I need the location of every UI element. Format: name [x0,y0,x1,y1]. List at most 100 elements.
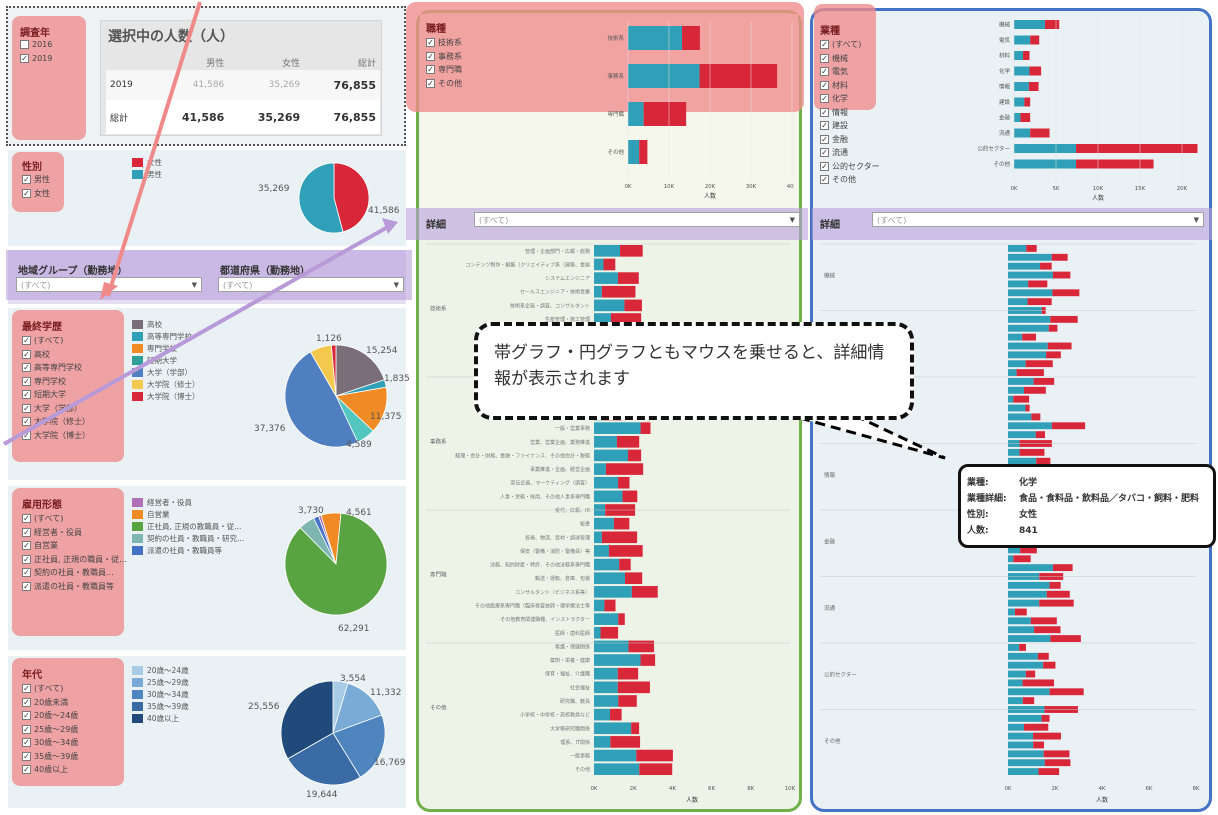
bar-female[interactable] [1040,262,1052,270]
bar-male[interactable] [594,245,621,257]
bar-male[interactable] [594,654,641,666]
bar-male[interactable] [594,435,617,448]
bar-male[interactable] [594,272,618,284]
filter-option[interactable]: ✓ 機械 [820,52,880,66]
filter-option[interactable]: ✓ 情報 [820,106,880,120]
bar-female[interactable] [620,245,643,257]
bar-male[interactable] [1008,448,1020,456]
filter-option[interactable]: ✓ (すべて) [22,512,127,526]
bar-female[interactable] [1028,82,1039,91]
bar-female[interactable] [1050,635,1081,642]
bar-male[interactable] [1008,626,1035,634]
bar-male[interactable] [1008,679,1023,687]
bar-female[interactable] [1051,422,1086,430]
bar-male[interactable] [1014,128,1031,138]
bar-female[interactable] [1025,360,1053,368]
bar-female[interactable] [1029,66,1042,76]
bar-male[interactable] [594,572,626,585]
filter-option[interactable]: ✓ その他 [426,77,462,91]
bar-male[interactable] [628,102,644,126]
bar-female[interactable] [622,490,638,503]
bar-female[interactable] [1023,51,1030,60]
bar-male[interactable] [1008,298,1028,306]
bar-female[interactable] [1046,590,1070,598]
filter-option[interactable]: ✓ 専門学校 [22,375,90,389]
bar-male[interactable] [594,640,629,653]
bar-female[interactable] [699,64,778,88]
bar-female[interactable] [640,422,651,434]
bar-male[interactable] [1008,652,1038,660]
bar-female[interactable] [1025,404,1030,412]
bar-male[interactable] [1014,82,1029,91]
bar-female[interactable] [1028,280,1048,288]
bar-female[interactable] [1076,144,1198,153]
filter-option[interactable]: ✓ 建設 [820,119,880,133]
bar-male[interactable] [1008,617,1031,625]
filter-option[interactable]: ✓ (すべて) [22,334,90,348]
bar-female[interactable] [682,26,700,50]
pref-dropdown[interactable]: (すべて) ▼ [218,277,404,292]
bar-female[interactable] [1043,750,1070,758]
bar-male[interactable] [594,299,625,312]
bar-female[interactable] [610,736,641,748]
bar-female[interactable] [639,763,673,775]
bar-male[interactable] [594,681,618,694]
bar-male[interactable] [1008,564,1053,572]
bar-male[interactable] [1008,590,1047,598]
bar-male[interactable] [594,763,640,775]
bar-male[interactable] [628,26,683,50]
bar-male[interactable] [1008,369,1017,376]
filter-option[interactable]: ✓ 電気 [820,65,880,79]
filter-option[interactable]: ✓ (すべて) [22,682,78,696]
filter-option[interactable]: ✓ 専門職 [426,63,462,77]
bar-male[interactable] [594,463,606,475]
bar-female[interactable] [1052,289,1080,297]
bar-male[interactable] [1008,333,1023,341]
bar-male[interactable] [1008,324,1049,332]
bar-male[interactable] [1008,386,1025,394]
filter-option[interactable]: ✓ 公的セクター [820,160,880,174]
bar-male[interactable] [628,64,700,88]
bar-male[interactable] [1008,404,1026,412]
bar-male[interactable] [1008,280,1029,288]
bar-male[interactable] [1014,97,1025,107]
filter-option[interactable]: ✓ その他 [820,173,880,187]
bar-male[interactable] [594,258,604,271]
bar-male[interactable] [1008,635,1051,642]
bar-female[interactable] [601,531,638,544]
bar-male[interactable] [1008,608,1015,616]
bar-female[interactable] [631,722,640,735]
bar-female[interactable] [618,613,625,625]
filter-option[interactable]: ✓ 短期大学 [22,388,90,402]
bar-male[interactable] [1008,422,1052,430]
bar-female[interactable] [1019,448,1045,456]
bar-female[interactable] [1044,759,1071,767]
bar-female[interactable] [636,749,673,762]
region-dropdown[interactable]: (すべて) ▼ [16,277,202,292]
bar-male[interactable] [1014,20,1046,29]
bar-male[interactable] [1008,688,1050,696]
gender-option-male[interactable]: ✓ 男性 [22,173,50,187]
ind-bar-chart[interactable]: 機械電気材料化学情報建設金融流通公的セクターその他 0K 5K 10K 15K 20K 人数 [960,14,1204,206]
bar-male[interactable] [594,517,614,530]
bar-female[interactable] [1020,113,1031,122]
filter-option[interactable]: ✓ (すべて) [820,38,880,52]
filter-option[interactable]: ✓ 経営者・役員 [22,526,127,540]
bar-male[interactable] [1014,113,1021,122]
bar-female[interactable] [600,626,619,639]
bar-female[interactable] [1022,333,1036,341]
filter-option[interactable]: ✓ 20歳〜24歳 [22,709,78,723]
bar-female[interactable] [1048,324,1058,332]
filter-option[interactable]: ✓ 流通 [820,146,880,160]
bar-male[interactable] [594,708,611,721]
survey-option-2016[interactable]: 2016 [20,38,52,52]
filter-option[interactable]: ✓ 30歳〜34歳 [22,736,78,750]
filter-option[interactable]: ✓ 35歳〜39歳 [22,750,78,764]
filter-option[interactable]: ✓ 高等専門学校 [22,361,90,375]
bar-female[interactable] [1050,315,1078,323]
bar-male[interactable] [594,476,619,489]
bar-male[interactable] [594,626,601,639]
bar-female[interactable] [619,558,631,571]
emp-pie[interactable] [284,512,388,616]
occ-detail-dropdown[interactable]: (すべて) ▼ [474,212,800,227]
